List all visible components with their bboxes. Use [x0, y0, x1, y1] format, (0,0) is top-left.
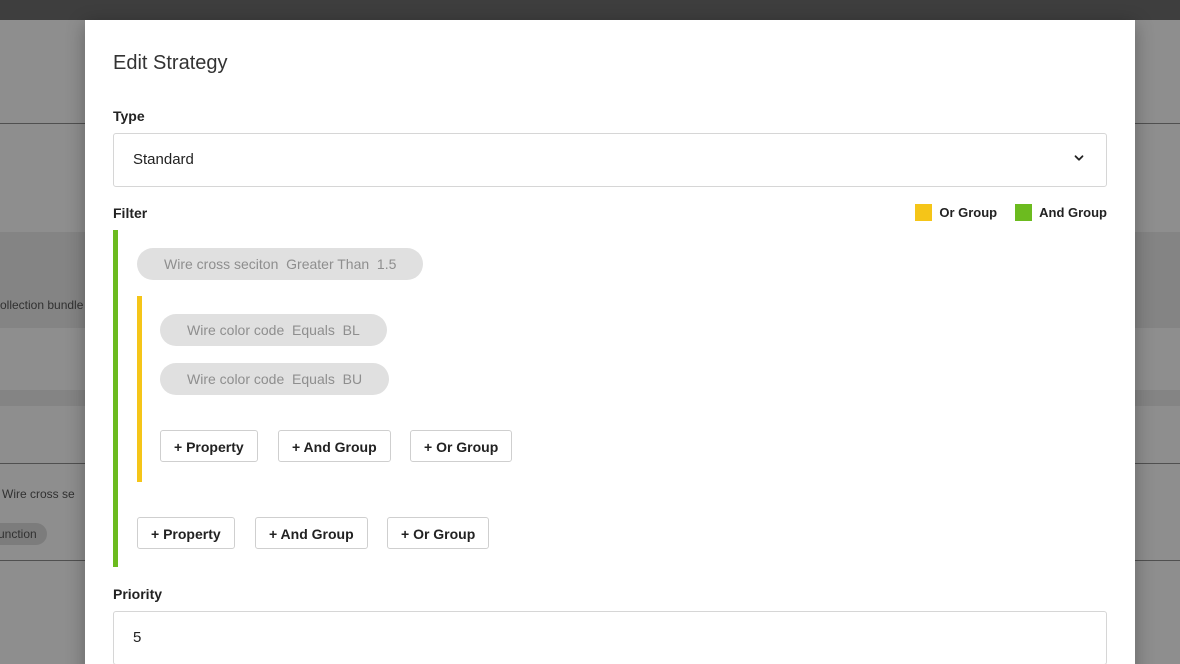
and-group-add-and-group-button[interactable]: + And Group — [255, 517, 368, 549]
or-group-add-property-button[interactable]: + Property — [160, 430, 258, 462]
or-group-bar — [137, 296, 142, 482]
filter-condition-chip[interactable]: Wire color code Equals BL — [160, 314, 387, 346]
or-group-add-and-group-button[interactable]: + And Group — [278, 430, 391, 462]
legend-or-group-label: Or Group — [939, 204, 998, 220]
legend-or-group: Or Group — [915, 203, 998, 221]
legend-and-group: And Group — [1015, 203, 1107, 221]
or-group-swatch — [915, 203, 933, 221]
priority-input[interactable]: 5 — [113, 611, 1107, 664]
dialog-title: Edit Strategy — [113, 52, 228, 74]
filter-condition-chip[interactable]: Wire color code Equals BU — [160, 363, 390, 395]
and-group-add-property-button[interactable]: + Property — [137, 517, 235, 549]
and-group-swatch — [1015, 203, 1033, 221]
and-group-add-or-group-button[interactable]: + Or Group — [387, 517, 490, 549]
type-label: Type — [113, 108, 145, 124]
priority-input-value: 5 — [133, 629, 142, 646]
type-select[interactable]: Standard — [113, 133, 1107, 187]
group-legend: Or Group And Group — [897, 203, 1107, 221]
legend-and-group-label: And Group — [1039, 204, 1107, 220]
edit-strategy-dialog: Edit Strategy Type Standard Filter Or Gr… — [85, 20, 1135, 664]
and-group-bar — [113, 230, 118, 567]
chevron-down-icon — [1074, 155, 1084, 161]
filter-label: Filter — [113, 205, 148, 221]
or-group-add-or-group-button[interactable]: + Or Group — [410, 430, 513, 462]
type-select-value: Standard — [133, 151, 194, 168]
priority-label: Priority — [113, 586, 163, 602]
filter-condition-chip[interactable]: Wire cross seciton Greater Than 1.5 — [137, 248, 424, 280]
